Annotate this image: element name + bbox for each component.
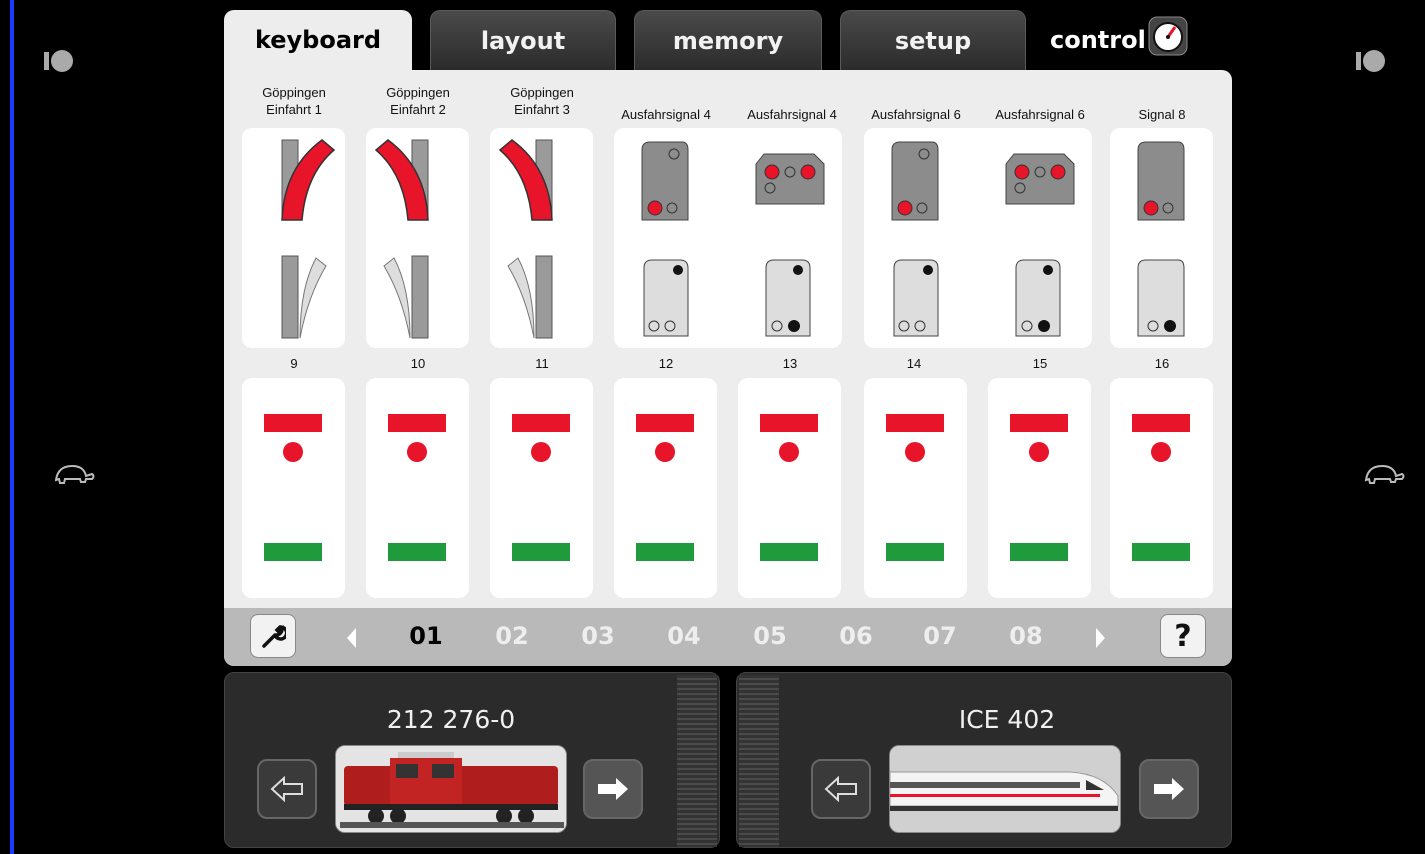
- keyboard-button-pair[interactable]: [738, 378, 841, 598]
- loco-control-right: ICE 402: [736, 672, 1232, 848]
- page-button[interactable]: 01: [404, 622, 448, 650]
- keyboard-panel: Göppingen Einfahrt 1 Göppingen Einfahrt …: [224, 70, 1232, 666]
- tab-keyboard[interactable]: keyboard: [224, 10, 412, 72]
- keyboard-button-pair[interactable]: [242, 378, 345, 598]
- turtle-icon[interactable]: [1362, 460, 1406, 488]
- keyboard-button-pair[interactable]: [1110, 378, 1213, 598]
- loco-image[interactable]: [335, 745, 567, 833]
- article-number: 12: [658, 356, 674, 371]
- page-button[interactable]: 05: [748, 622, 792, 650]
- signal-icon: [891, 141, 1075, 337]
- lever-icon[interactable]: [44, 46, 74, 76]
- red-green-switch: [760, 414, 818, 561]
- stopwatch-icon: [1148, 16, 1188, 56]
- wrench-icon: [262, 624, 286, 648]
- keyboard-button-pair[interactable]: [614, 378, 717, 598]
- direction-right-button[interactable]: [1139, 759, 1199, 819]
- article-number: 16: [1154, 356, 1170, 371]
- tab-control[interactable]: control: [1038, 10, 1206, 72]
- tab-layout[interactable]: layout: [430, 10, 616, 72]
- keyboard-button-pair[interactable]: [988, 378, 1091, 598]
- article-number: 10: [410, 356, 426, 371]
- tab-label: layout: [480, 27, 566, 55]
- article-label: Göppingen Einfahrt 1: [262, 85, 326, 117]
- red-green-switch: [886, 414, 944, 561]
- loco-image[interactable]: [889, 745, 1121, 833]
- article-number: 13: [782, 356, 798, 371]
- article-number: 11: [535, 356, 549, 371]
- turtle-icon[interactable]: [52, 460, 96, 488]
- chevron-right-icon[interactable]: [1092, 626, 1108, 650]
- direction-right-button[interactable]: [583, 759, 643, 819]
- direction-left-button[interactable]: [257, 759, 317, 819]
- red-green-switch: [1132, 414, 1190, 561]
- speed-bar[interactable]: [739, 675, 779, 847]
- loco-name: ICE 402: [958, 705, 1056, 734]
- arrow-left-icon: [270, 776, 303, 802]
- page-button[interactable]: 02: [490, 622, 534, 650]
- turnout-right-icon: [281, 139, 336, 339]
- article-label: Ausfahrsignal 4: [621, 107, 711, 122]
- arrow-right-icon: [598, 778, 628, 800]
- signal-card[interactable]: [614, 128, 842, 348]
- lever-icon[interactable]: [1356, 46, 1386, 76]
- red-green-switch: [636, 414, 694, 561]
- loco-control-left: 212 276-0: [224, 672, 720, 848]
- settings-button[interactable]: [250, 614, 296, 658]
- red-green-switch: [388, 414, 446, 561]
- page-button[interactable]: 08: [1004, 622, 1048, 650]
- tab-label: setup: [894, 27, 972, 55]
- turnout-left-icon: [374, 139, 429, 339]
- arrow-right-icon: [1154, 778, 1184, 800]
- article-label: Ausfahrsignal 6: [871, 107, 961, 122]
- signal-card[interactable]: [1110, 128, 1213, 348]
- article-number: 15: [1032, 356, 1048, 371]
- article-label: Ausfahrsignal 4: [747, 107, 837, 122]
- turnout-card[interactable]: [490, 128, 593, 348]
- tab-setup[interactable]: setup: [840, 10, 1026, 72]
- turnout-card[interactable]: [242, 128, 345, 348]
- keyboard-button-pair[interactable]: [490, 378, 593, 598]
- red-green-switch: [264, 414, 322, 561]
- signal-icon: [641, 141, 825, 337]
- turnout-card[interactable]: [366, 128, 469, 348]
- red-diesel-locomotive: [336, 746, 566, 832]
- page-button[interactable]: 04: [662, 622, 706, 650]
- keyboard-button-pair[interactable]: [864, 378, 967, 598]
- help-button[interactable]: ?: [1160, 614, 1206, 658]
- page-button[interactable]: 07: [918, 622, 962, 650]
- signal-icon: [1137, 141, 1185, 337]
- tab-label: keyboard: [254, 26, 382, 54]
- page-strip: 01 02 03 04 05 06 07 08 ?: [224, 608, 1232, 666]
- ice-high-speed-train: [890, 746, 1120, 832]
- page-button[interactable]: 03: [576, 622, 620, 650]
- article-label: Göppingen Einfahrt 3: [510, 85, 574, 117]
- speed-bar[interactable]: [677, 675, 717, 847]
- tab-label: memory: [672, 27, 784, 55]
- loco-name: 212 276-0: [386, 705, 516, 734]
- article-number: 9: [290, 356, 298, 371]
- tab-memory[interactable]: memory: [634, 10, 822, 72]
- article-label: Signal 8: [1138, 107, 1186, 122]
- red-green-switch: [512, 414, 570, 561]
- direction-left-button[interactable]: [811, 759, 871, 819]
- tab-label: control: [1050, 26, 1146, 54]
- page-button[interactable]: 06: [834, 622, 878, 650]
- signal-card[interactable]: [864, 128, 1092, 348]
- article-label: Ausfahrsignal 6: [995, 107, 1085, 122]
- article-number: 14: [906, 356, 922, 371]
- article-label: Göppingen Einfahrt 2: [386, 85, 450, 117]
- left-accent-bar: [10, 0, 14, 854]
- red-green-switch: [1010, 414, 1068, 561]
- chevron-left-icon[interactable]: [344, 626, 360, 650]
- arrow-left-icon: [824, 776, 857, 802]
- keyboard-button-pair[interactable]: [366, 378, 469, 598]
- turnout-left-icon: [498, 139, 553, 339]
